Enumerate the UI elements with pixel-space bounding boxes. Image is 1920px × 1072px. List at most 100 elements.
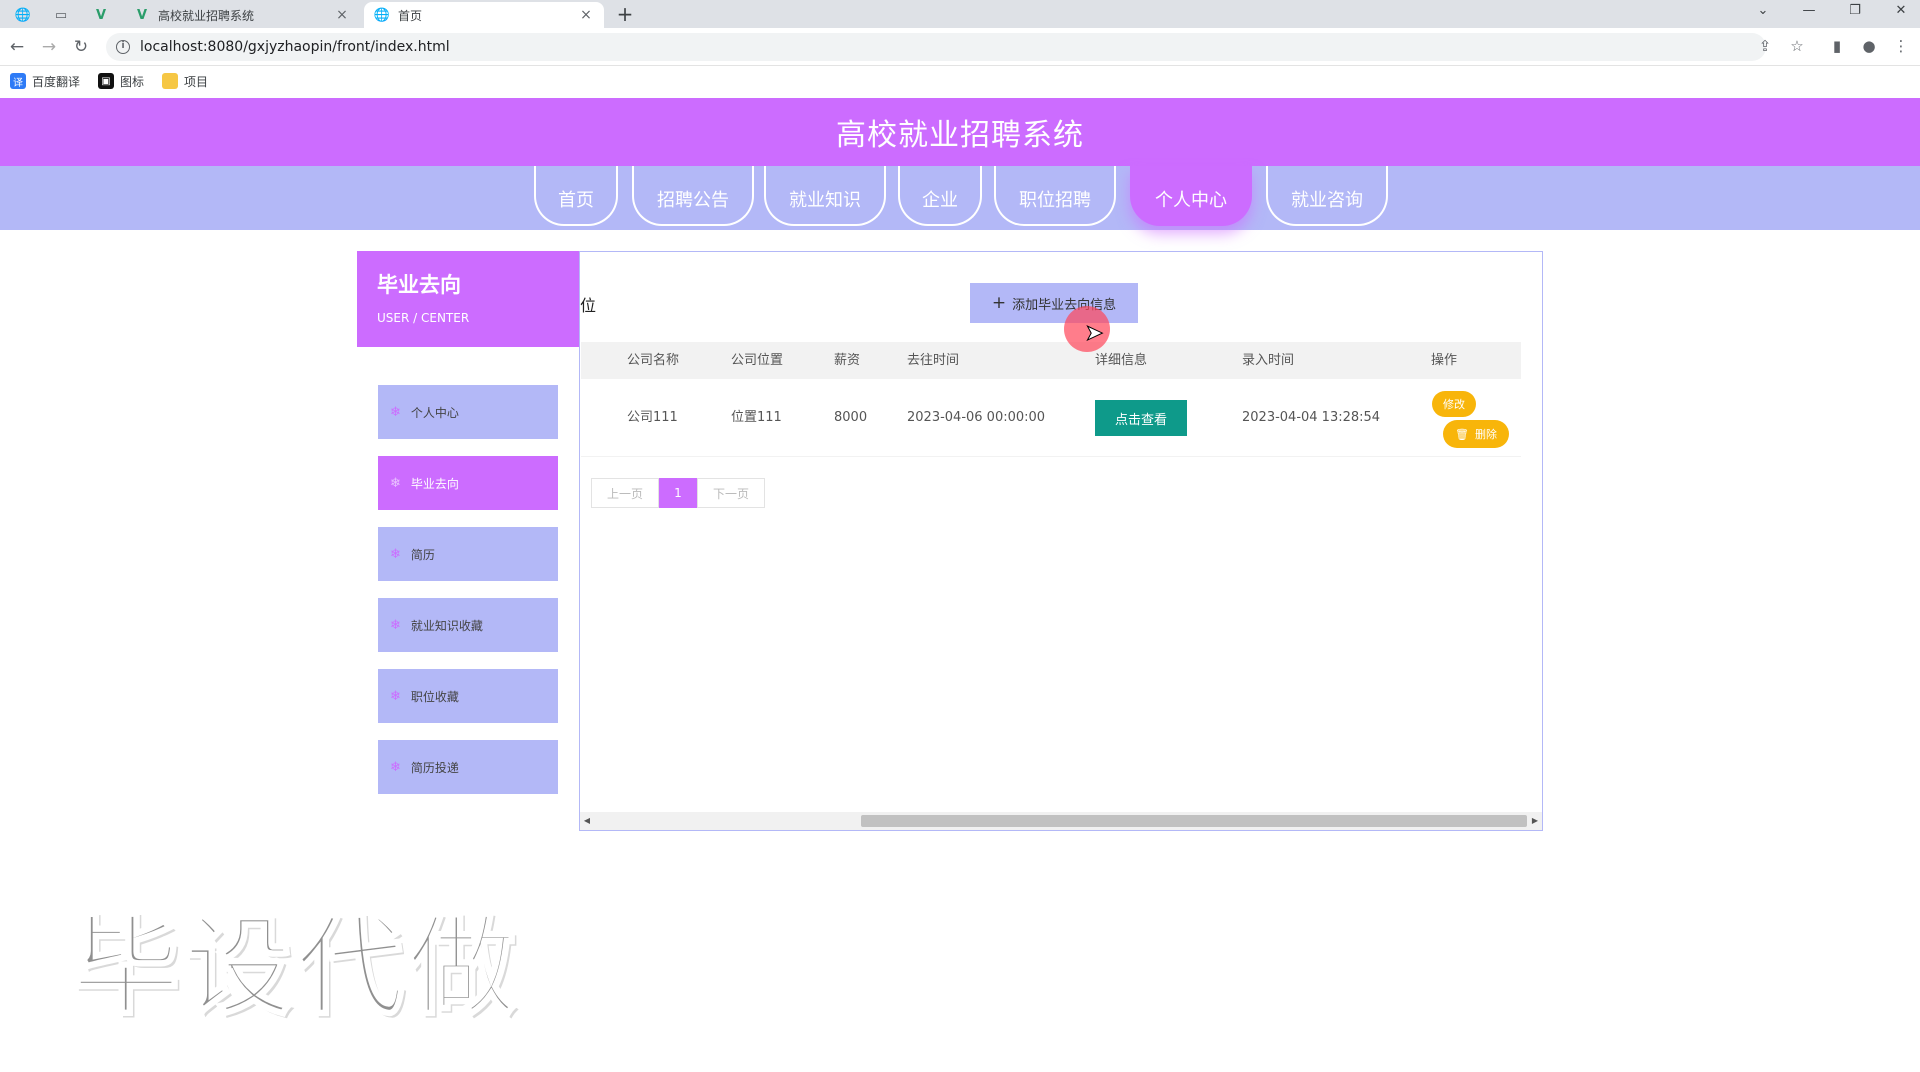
bookmark-label: 项目 [184,74,209,89]
forward-icon[interactable]: → [38,36,60,58]
scrollbar-thumb[interactable] [861,815,1527,827]
prev-page-button[interactable]: 上一页 [591,478,659,508]
close-window-icon[interactable]: ✕ [1878,0,1920,22]
snowflake-icon: ❄ [390,546,401,562]
bookmark-label: 图标 [120,74,145,89]
snowflake-icon: ❄ [390,475,401,491]
column-header: 薪资 [834,353,861,368]
column-header: 公司名称 [627,353,680,368]
cell-entry-time: 2023-04-04 13:28:54 [1242,410,1381,425]
translate-icon: 译 [10,73,26,89]
address-bar: ← → ↻ i ⇪ ☆ ▮ ● ⋮ [0,28,1920,66]
bookmark-projects[interactable]: 项目 [162,73,208,90]
cell-location: 位置111 [731,410,782,425]
chevron-down-icon[interactable]: ⌄ [1740,0,1786,22]
cursor-arrow-icon: ➤ [1084,321,1104,347]
bookmark-baidu-translate[interactable]: 译 百度翻译 [10,73,80,90]
sidebar-item-resume-delivery[interactable]: ❄ 简历投递 [378,740,558,794]
column-header: 去往时间 [907,353,960,368]
bookmark-label: 百度翻译 [32,74,81,89]
nav-personal-center[interactable]: 个人中心 [1130,166,1252,226]
sidebar-item-personal-center[interactable]: ❄ 个人中心 [378,385,558,439]
omnibox[interactable]: i [106,33,1766,61]
tab-title: 高校就业招聘系统 [158,8,255,23]
delete-button-label: 删除 [1474,428,1497,441]
nav-job-recruit[interactable]: 职位招聘 [994,166,1116,226]
sidebar-item-label: 简历投递 [410,760,459,775]
star-icon[interactable]: ☆ [1786,37,1808,59]
graduation-table: 公司名称 公司位置 薪资 去往时间 详细信息 录入时间 操作 公司111 位置1… [581,342,1521,457]
sidebar-item-label: 个人中心 [410,405,459,420]
snowflake-icon: ❄ [390,759,401,775]
view-detail-button[interactable]: 点击查看 [1095,400,1187,436]
vue-icon[interactable]: V [86,4,116,26]
reload-icon[interactable]: ↻ [70,36,92,58]
sidepanel-icon[interactable]: ▮ [1826,37,1848,59]
site-title: 高校就业招聘系统 [836,118,1084,153]
cell-salary: 8000 [834,410,868,425]
edit-button[interactable]: 修改 [1432,391,1476,417]
nav-recruit-notice[interactable]: 招聘公告 [632,166,754,226]
scroll-right-icon[interactable]: ▶ [1528,812,1542,830]
next-page-button[interactable]: 下一页 [697,478,765,508]
tab-title: 首页 [398,8,423,23]
globe-icon[interactable]: 🌐 [8,4,38,26]
site-header: 高校就业招聘系统 [0,98,1920,166]
sidebar-header: 毕业去向 USER / CENTER [357,251,579,347]
share-icon[interactable]: ⇪ [1754,37,1776,59]
image-icon: ▣ [98,73,115,89]
snowflake-icon: ❄ [390,688,401,704]
cell-company: 公司111 [627,410,678,425]
new-tab-button[interactable]: + [612,3,638,25]
sidebar-item-job-favorites[interactable]: ❄ 职位收藏 [378,669,558,723]
sidebar-item-label: 就业知识收藏 [410,618,483,633]
menu-icon[interactable]: ⋮ [1890,37,1912,59]
plus-icon: + [991,293,1007,313]
blank-tab-icon[interactable]: ▭ [46,4,76,26]
cell-go-time: 2023-04-06 00:00:00 [907,410,1046,425]
delete-button[interactable]: 🗑 删除 [1443,420,1509,448]
column-header: 操作 [1431,353,1458,368]
browser-tab-bar: 🌐 ▭ V V 高校就业招聘系统 × 🌐 首页 × + ⌄ — ❐ ✕ [0,0,1920,28]
back-icon[interactable]: ← [6,36,28,58]
column-header: 录入时间 [1242,353,1295,368]
restore-icon[interactable]: ❐ [1832,0,1878,22]
sidebar-item-knowledge-favorites[interactable]: ❄ 就业知识收藏 [378,598,558,652]
profile-icon[interactable]: ● [1858,37,1880,59]
sidebar-item-label: 简历 [410,547,435,562]
bookmarks-bar: 译 百度翻译 ▣ 图标 项目 [0,66,1920,96]
scroll-left-icon[interactable]: ◀ [580,812,594,830]
sidebar-item-resume[interactable]: ❄ 简历 [378,527,558,581]
folder-icon [162,73,179,89]
stray-text: 位 [580,296,597,315]
table-row: 公司111 位置111 8000 2023-04-06 00:00:00 点击查… [581,379,1521,457]
horizontal-scrollbar[interactable]: ◀ ▶ [580,812,1542,830]
content-panel: 位 + 添加毕业去向信息 公司名称 公司位置 薪资 去往时间 详细信息 录入时间… [579,251,1543,831]
sidebar-item-graduation[interactable]: ❄ 毕业去向 [378,456,558,510]
column-header: 详细信息 [1095,353,1148,368]
add-graduation-button[interactable]: + 添加毕业去向信息 [970,283,1138,323]
bookmark-icons[interactable]: ▣ 图标 [98,73,144,90]
tab-home[interactable]: 🌐 首页 × [364,2,604,28]
close-icon[interactable]: × [334,7,350,23]
main-nav: 首页 招聘公告 就业知识 企业 职位招聘 个人中心 就业咨询 [0,166,1920,230]
tab-system[interactable]: V 高校就业招聘系统 × [124,2,360,28]
nav-employment-consult[interactable]: 就业咨询 [1266,166,1388,226]
table-header: 公司名称 公司位置 薪资 去往时间 详细信息 录入时间 操作 [581,342,1521,379]
info-icon[interactable]: i [116,40,130,54]
nav-home[interactable]: 首页 [534,166,618,226]
page-number-button[interactable]: 1 [659,478,697,508]
minimize-icon[interactable]: — [1786,0,1832,22]
nav-employment-knowledge[interactable]: 就业知识 [764,166,886,226]
pagination: 上一页 1 下一页 [591,478,765,508]
url-input[interactable] [140,39,1140,55]
nav-enterprise[interactable]: 企业 [898,166,982,226]
globe-icon: 🌐 [373,7,391,23]
snowflake-icon: ❄ [390,617,401,633]
close-icon[interactable]: × [578,7,594,23]
sidebar-subtitle: USER / CENTER [377,311,470,325]
vue-icon: V [136,7,148,23]
column-header: 公司位置 [731,353,784,368]
trash-icon: 🗑 [1455,427,1469,441]
sidebar-title: 毕业去向 [377,273,461,297]
